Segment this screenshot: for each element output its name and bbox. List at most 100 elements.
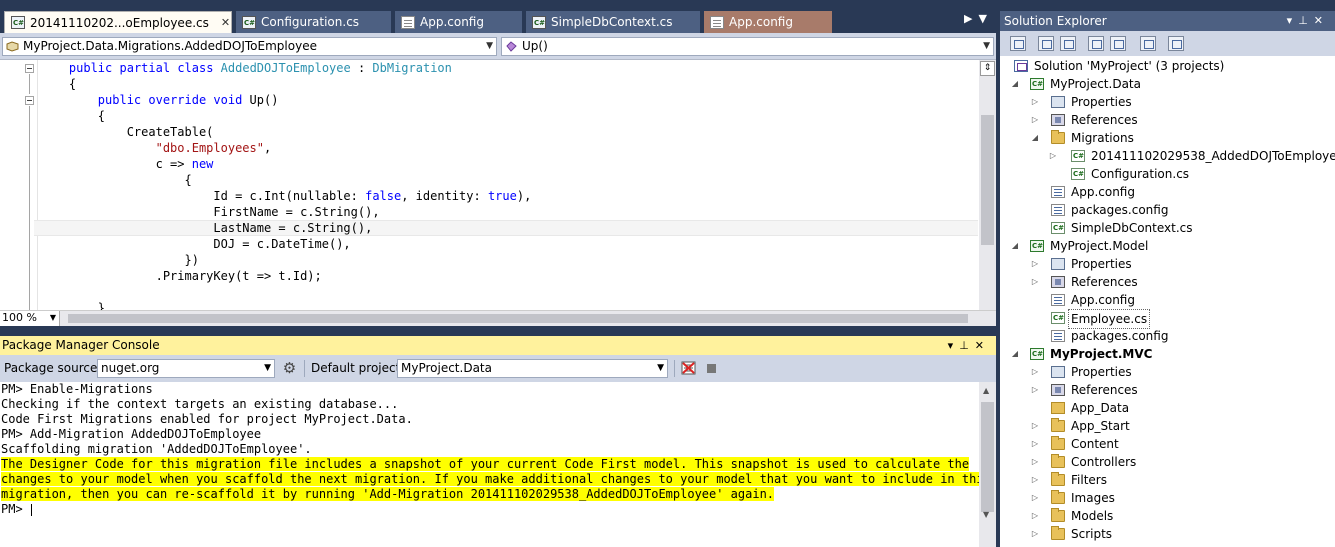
console-vertical-scrollbar[interactable]: ▲ ▼	[979, 382, 996, 547]
expand-arrow-icon[interactable]: ▷	[1030, 507, 1040, 525]
console-output[interactable]: PM> Enable-Migrations Checking if the con…	[0, 382, 991, 547]
pin-icon[interactable]: ⊥	[1298, 14, 1314, 27]
expand-arrow-icon[interactable]: ▷	[1048, 147, 1058, 165]
tree-node[interactable]: ▷ References	[1000, 381, 1335, 399]
tree-node[interactable]: packages.config	[1000, 201, 1335, 219]
tree-node[interactable]: App.config	[1000, 291, 1335, 309]
tab-overflow-controls[interactable]: ▶▼	[964, 12, 993, 25]
copy-website-icon[interactable]	[1140, 36, 1156, 51]
tab-app-config-preview[interactable]: App.config	[704, 11, 832, 33]
code-line[interactable]	[40, 284, 978, 300]
dropdown-icon[interactable]: ▾	[1287, 14, 1299, 27]
tree-node[interactable]: ▷ Scripts	[1000, 525, 1335, 543]
expand-arrow-icon[interactable]: ▷	[1030, 381, 1040, 399]
code-line[interactable]: FirstName = c.String(),	[40, 204, 978, 220]
chevron-down-icon[interactable]: ▼	[50, 311, 56, 325]
type-dropdown[interactable]: MyProject.Data.Migrations.AddedDOJToEmpl…	[2, 37, 497, 56]
close-icon[interactable]: ✕	[975, 339, 990, 352]
tab-app-config[interactable]: App.config	[395, 11, 522, 33]
code-line[interactable]: .PrimaryKey(t => t.Id);	[40, 268, 978, 284]
close-icon[interactable]: ✕	[221, 16, 230, 29]
tree-node[interactable]: ▷ Properties	[1000, 363, 1335, 381]
chevron-down-icon[interactable]: ▼	[983, 510, 989, 519]
horizontal-scrollbar-thumb[interactable]	[68, 314, 968, 323]
collapse-icon[interactable]	[25, 64, 34, 73]
expand-arrow-icon[interactable]: ▷	[1030, 273, 1040, 291]
chevron-down-icon[interactable]: ▼	[486, 38, 493, 55]
code-line[interactable]: DOJ = c.DateTime(),	[40, 236, 978, 252]
chevron-down-icon[interactable]: ▼	[983, 38, 990, 55]
default-project-dropdown[interactable]: MyProject.Data ▼	[397, 359, 668, 378]
tree-node[interactable]: ▷ 201411102029538_AddedDOJToEmployee.cs	[1000, 147, 1335, 165]
code-editor[interactable]: public partial class AddedDOJToEmployee …	[0, 60, 996, 315]
chevron-down-icon[interactable]: ▼	[978, 12, 992, 25]
code-line[interactable]: CreateTable(	[40, 124, 978, 140]
refresh-icon[interactable]	[1060, 36, 1076, 51]
code-text[interactable]: public partial class AddedDOJToEmployee …	[34, 60, 978, 316]
code-line[interactable]: "dbo.Employees",	[40, 140, 978, 156]
add-icon[interactable]	[1168, 36, 1184, 51]
chevron-right-icon[interactable]: ▶	[964, 12, 978, 25]
code-line[interactable]: c => new	[40, 156, 978, 172]
code-line[interactable]: {	[40, 76, 978, 92]
dropdown-icon[interactable]: ▾	[948, 339, 960, 352]
console-prompt-line[interactable]: PM>	[0, 502, 979, 517]
tree-node[interactable]: App.config	[1000, 183, 1335, 201]
expand-arrow-icon[interactable]: ▷	[1030, 417, 1040, 435]
collapse-arrow-icon[interactable]: ◢	[1010, 237, 1020, 255]
expand-arrow-icon[interactable]: ▷	[1030, 93, 1040, 111]
code-line[interactable]: public partial class AddedDOJToEmployee …	[40, 60, 978, 76]
tab-configuration-cs[interactable]: Configuration.cs	[236, 11, 391, 33]
member-dropdown[interactable]: Up() ▼	[501, 37, 994, 56]
split-icon[interactable]: ⇕	[980, 61, 995, 76]
tree-node[interactable]: SimpleDbContext.cs	[1000, 219, 1335, 237]
scrollbar-thumb[interactable]	[981, 402, 994, 512]
close-icon[interactable]: ✕	[1314, 14, 1329, 27]
tree-node[interactable]: ▷ Controllers	[1000, 453, 1335, 471]
code-line[interactable]: public override void Up()	[40, 92, 978, 108]
code-line[interactable]: LastName = c.String(),	[34, 220, 978, 236]
tree-node[interactable]: ▷ Properties	[1000, 255, 1335, 273]
tree-node[interactable]: ▷ Models	[1000, 507, 1335, 525]
tree-node[interactable]: ▷ Filters	[1000, 471, 1335, 489]
tree-node[interactable]: ▷ App_Start	[1000, 417, 1335, 435]
expand-arrow-icon[interactable]: ▷	[1030, 471, 1040, 489]
tree-node[interactable]: ▷ Properties	[1000, 93, 1335, 111]
tree-node[interactable]: ◢ MyProject.Data	[1000, 75, 1335, 93]
gear-icon[interactable]: ⚙	[281, 360, 298, 377]
tree-node[interactable]: ▷ References	[1000, 273, 1335, 291]
show-all-files-icon[interactable]	[1038, 36, 1054, 51]
code-line[interactable]: {	[40, 172, 978, 188]
tree-node[interactable]: Solution 'MyProject' (3 projects)	[1000, 57, 1335, 75]
tree-node[interactable]: ◢ MyProject.Model	[1000, 237, 1335, 255]
expand-arrow-icon[interactable]: ▷	[1030, 525, 1040, 543]
tree-node[interactable]: ◢ Migrations	[1000, 129, 1335, 147]
stop-icon[interactable]	[707, 364, 716, 373]
expand-arrow-icon[interactable]: ▷	[1030, 489, 1040, 507]
tree-node[interactable]: packages.config	[1000, 327, 1335, 345]
window-controls[interactable]: ▾⊥✕	[1287, 11, 1329, 31]
tree-node[interactable]: Configuration.cs	[1000, 165, 1335, 183]
expand-arrow-icon[interactable]: ▷	[1030, 363, 1040, 381]
chevron-down-icon[interactable]: ▼	[657, 360, 664, 377]
code-line[interactable]: Id = c.Int(nullable: false, identity: tr…	[40, 188, 978, 204]
view-code-icon[interactable]	[1088, 36, 1104, 51]
chevron-up-icon[interactable]: ▲	[983, 386, 989, 395]
expand-arrow-icon[interactable]: ▷	[1030, 435, 1040, 453]
tree-node[interactable]: ▷ Content	[1000, 435, 1335, 453]
tree-node[interactable]: ◢ MyProject.MVC	[1000, 345, 1335, 363]
class-diagram-icon[interactable]	[1110, 36, 1126, 51]
collapse-arrow-icon[interactable]: ◢	[1030, 129, 1040, 147]
expand-arrow-icon[interactable]: ▷	[1030, 453, 1040, 471]
tree-node[interactable]: Employee.cs	[1000, 309, 1335, 329]
editor-vertical-scrollbar[interactable]: ⇕	[979, 60, 996, 310]
tree-node[interactable]: App_Data	[1000, 399, 1335, 417]
expand-arrow-icon[interactable]: ▷	[1030, 255, 1040, 273]
code-line[interactable]: })	[40, 252, 978, 268]
zoom-dropdown[interactable]: 100 % ▼	[0, 311, 60, 326]
solution-explorer-tree[interactable]: Solution 'MyProject' (3 projects) ◢ MyProj…	[1000, 56, 1335, 547]
collapse-arrow-icon[interactable]: ◢	[1010, 75, 1020, 93]
pin-icon[interactable]: ⊥	[959, 339, 975, 352]
window-controls[interactable]: ▾⊥✕	[948, 336, 990, 355]
collapse-arrow-icon[interactable]: ◢	[1010, 345, 1020, 363]
